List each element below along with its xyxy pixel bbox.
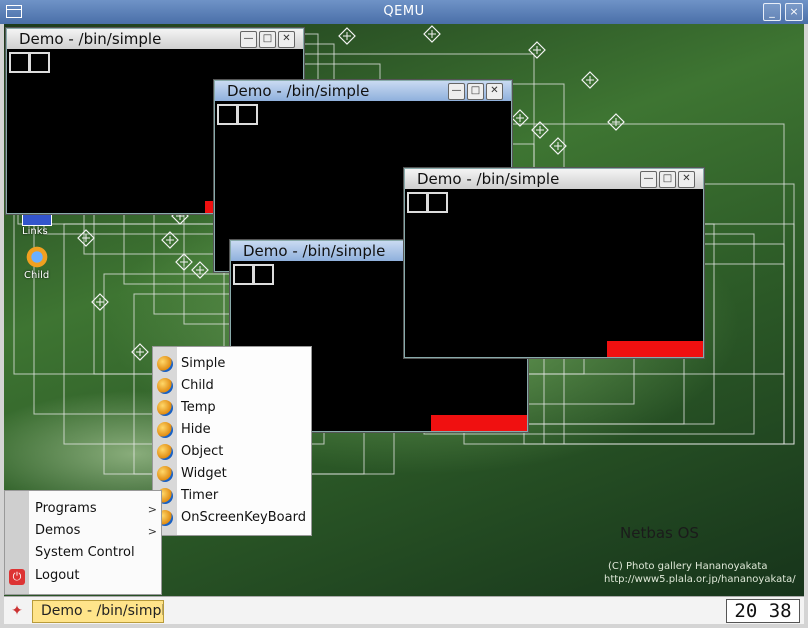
app-icon [157, 422, 173, 438]
maximize-button[interactable]: □ [659, 171, 676, 188]
move-cursor-icon [423, 25, 441, 43]
demo-window-3[interactable]: Demo - /bin/simple — □ ✕ [404, 168, 704, 358]
minimize-button[interactable]: — [640, 171, 657, 188]
widget-square[interactable] [253, 264, 274, 285]
widget-square[interactable] [427, 192, 448, 213]
host-window-title: QEMU [383, 4, 425, 19]
menu-item-label: Programs [35, 501, 97, 516]
widget-square[interactable] [9, 52, 30, 73]
desktop-icon-child[interactable]: Child [24, 244, 50, 281]
submenu-item[interactable]: Widget [181, 463, 227, 485]
demos-submenu: Simple Child Temp Hide Object Widget Timer OnSc… [152, 346, 312, 536]
widget-square[interactable] [233, 264, 254, 285]
desktop-icon-links[interactable]: Links [22, 212, 52, 237]
menu-item-logout[interactable]: Logout [35, 568, 80, 583]
move-cursor-icon [581, 71, 599, 89]
desktop-icon-label: Links [22, 226, 48, 237]
window-title: Demo - /bin/simple [243, 242, 386, 260]
menu-item-label: System Control [35, 545, 135, 560]
app-icon [157, 378, 173, 394]
app-icon [157, 356, 173, 372]
host-minimize-button[interactable]: _ [763, 3, 781, 21]
close-button[interactable]: ✕ [678, 171, 695, 188]
chevron-right-icon: > [147, 525, 157, 538]
host-titlebar[interactable]: QEMU _ × [0, 0, 808, 24]
widget-square[interactable] [407, 192, 428, 213]
widget-square[interactable] [237, 104, 258, 125]
menu-item-label: Logout [35, 568, 80, 583]
submenu-item[interactable]: Child [181, 375, 214, 397]
app-icon [157, 466, 173, 482]
menu-item-programs[interactable]: Programs [35, 501, 97, 516]
start-menu: Programs > Demos > System Control ⏻ Logo… [4, 490, 162, 595]
os-brand: Netbas OS [620, 524, 699, 542]
close-button[interactable]: ✕ [486, 83, 503, 100]
guest-screen: Links Child Demo - /bin/simple — □ ✕ Dem… [4, 24, 804, 624]
menu-item-label: Demos [35, 523, 81, 538]
window-title: Demo - /bin/simple [417, 170, 560, 188]
photo-credit: (C) Photo gallery Hananoyakata [608, 561, 768, 572]
photo-credit-url: http://www5.plala.or.jp/hananoyakata/ [604, 574, 796, 585]
host-close-button[interactable]: × [785, 3, 803, 21]
menu-item-demos[interactable]: Demos [35, 523, 80, 538]
submenu-item[interactable]: OnScreenKeyBoard [181, 507, 306, 529]
app-icon [157, 444, 173, 460]
minimize-button[interactable]: — [240, 31, 257, 48]
window-title: Demo - /bin/simple [227, 82, 370, 100]
window-title: Demo - /bin/simple [19, 30, 162, 48]
submenu-item[interactable]: Hide [181, 419, 211, 441]
submenu-item[interactable]: Object [181, 441, 223, 463]
widget-square[interactable] [29, 52, 50, 73]
power-icon: ⏻ [9, 569, 25, 585]
links-icon [22, 212, 52, 226]
minimize-button[interactable]: — [448, 83, 465, 100]
red-bar [607, 341, 703, 357]
move-cursor-icon [191, 261, 209, 279]
maximize-button[interactable]: □ [467, 83, 484, 100]
move-cursor-icon [77, 229, 95, 247]
chevron-right-icon: > [147, 503, 157, 516]
red-bar [431, 415, 527, 431]
move-cursor-icon [528, 41, 546, 59]
move-cursor-icon [338, 27, 356, 45]
submenu-item[interactable]: Temp [181, 397, 216, 419]
taskbar-window-button[interactable]: Demo - /bin/simple [32, 600, 164, 623]
start-button-icon[interactable]: ✦ [8, 602, 26, 620]
app-icon [157, 400, 173, 416]
menu-item-system-control[interactable]: System Control [35, 545, 135, 560]
gear-icon [24, 244, 50, 270]
desktop-icon-label: Child [24, 270, 50, 281]
clock: 20 38 [726, 599, 800, 623]
move-cursor-icon [607, 113, 625, 131]
taskbar: ✦ Demo - /bin/simple 20 38 [4, 596, 804, 624]
maximize-button[interactable]: □ [259, 31, 276, 48]
widget-square[interactable] [217, 104, 238, 125]
submenu-item[interactable]: Timer [181, 485, 218, 507]
submenu-item[interactable]: Simple [181, 353, 225, 375]
close-button[interactable]: ✕ [278, 31, 295, 48]
